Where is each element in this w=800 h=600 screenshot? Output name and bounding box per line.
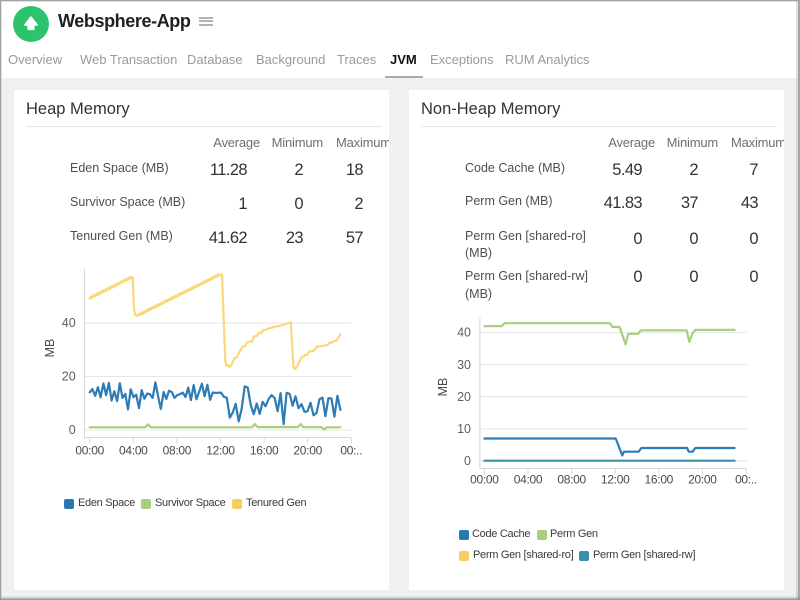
svg-text:00:00: 00:00 xyxy=(470,473,499,487)
svg-text:0: 0 xyxy=(464,454,471,468)
svg-text:00:..: 00:.. xyxy=(735,473,757,487)
svg-text:40: 40 xyxy=(457,326,471,340)
svg-text:MB: MB xyxy=(436,378,450,397)
svg-text:MB: MB xyxy=(43,339,57,358)
svg-text:12:00: 12:00 xyxy=(206,443,235,457)
svg-text:08:00: 08:00 xyxy=(557,473,586,487)
svg-text:04:00: 04:00 xyxy=(119,443,148,457)
svg-text:20: 20 xyxy=(457,390,471,404)
svg-text:00:00: 00:00 xyxy=(75,443,104,457)
svg-text:08:00: 08:00 xyxy=(163,443,192,457)
svg-text:20:00: 20:00 xyxy=(688,473,717,487)
svg-text:12:00: 12:00 xyxy=(601,473,630,487)
svg-text:00:..: 00:.. xyxy=(340,443,362,457)
svg-text:04:00: 04:00 xyxy=(514,473,543,487)
svg-text:20:00: 20:00 xyxy=(293,443,322,457)
svg-text:30: 30 xyxy=(457,358,471,372)
svg-text:20: 20 xyxy=(62,370,76,384)
svg-text:10: 10 xyxy=(457,422,471,436)
svg-text:40: 40 xyxy=(62,316,76,330)
svg-text:16:00: 16:00 xyxy=(250,443,279,457)
svg-text:0: 0 xyxy=(69,423,76,437)
svg-text:16:00: 16:00 xyxy=(645,473,674,487)
